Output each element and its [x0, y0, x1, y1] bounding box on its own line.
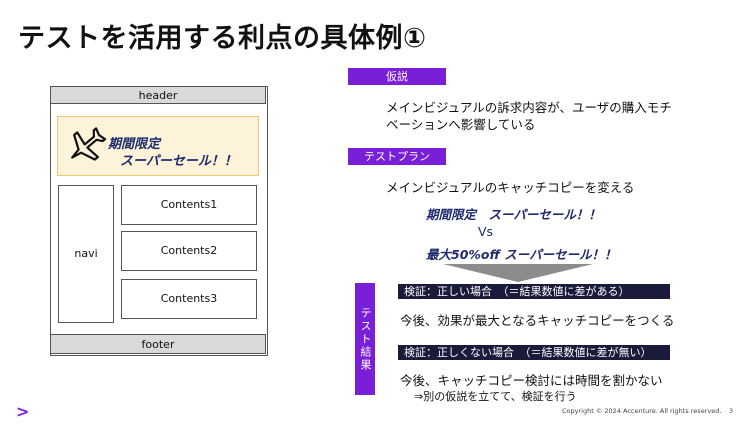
hypothesis-text-line2: ベーションへ影響している [386, 117, 536, 132]
banner-line2: スーパーセール！！ [120, 154, 237, 169]
copyright-text: Copyright © 2024 Accenture. All rights r… [562, 407, 722, 415]
verify-incorrect-header: 検証：正しくない場合 （＝結果数値に差が無い） [398, 345, 670, 360]
wireframe-content-1: Contents1 [121, 185, 257, 225]
chevron-down-arrow [443, 264, 593, 282]
wireframe-content-3: Contents3 [121, 279, 257, 319]
page-number: 3 [729, 407, 734, 415]
verify-incorrect-text: 今後、キャッチコピー検討には時間を割かない [400, 373, 663, 388]
page-title: テストを活用する利点の具体例① [18, 23, 427, 54]
hypothesis-label: 仮説 [348, 68, 446, 85]
copy-option-b: 最大50%off スーパーセール！！ [426, 247, 617, 262]
test-result-label: テスト結果 [355, 283, 375, 395]
wireframe-navi: navi [58, 185, 114, 323]
verify-incorrect-subtext: ⇒別の仮説を立てて、検証を行う [414, 390, 577, 403]
copy-option-a: 期間限定 スーパーセール！！ [426, 207, 601, 222]
test-plan-text: メインビジュアルのキャッチコピーを変える [386, 180, 635, 195]
wireframe-footer: footer [50, 334, 266, 354]
verify-correct-text: 今後、効果が最大となるキャッチコピーをつくる [400, 313, 675, 328]
wireframe-content-2: Contents2 [121, 231, 257, 271]
wireframe-header: header [50, 86, 266, 104]
airplane-icon [71, 127, 107, 161]
versus-label: Vs [478, 224, 494, 239]
test-plan-label: テストプラン [348, 148, 446, 165]
accenture-logo: > [16, 402, 30, 421]
verify-correct-header: 検証：正しい場合 （＝結果数値に差がある） [398, 284, 670, 299]
